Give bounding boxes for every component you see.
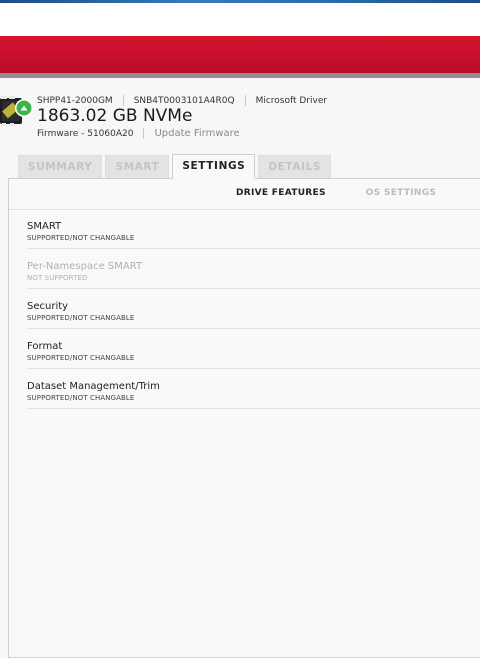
feature-name: Dataset Management/Trim [27, 381, 160, 392]
tab-details[interactable]: DETAILS [258, 155, 332, 178]
feature-name: Security [27, 301, 69, 312]
feature-divider [27, 368, 480, 369]
feature-name: SMART [27, 221, 62, 232]
drive-info-line: SHPP41-2000GM SNB4T0003101A4R0Q Microsof… [37, 95, 327, 106]
update-firmware-link[interactable]: Update Firmware [154, 128, 239, 139]
feature-name: Per-Namespace SMART [27, 261, 143, 272]
settings-panel [8, 178, 480, 658]
separator [244, 95, 246, 106]
feature-name: Format [27, 341, 63, 352]
main-tabs: SUMMARY SMART SETTINGS DETAILS [18, 154, 334, 179]
title-area [0, 3, 480, 36]
subtab-divider [9, 209, 480, 210]
tab-smart[interactable]: SMART [105, 155, 170, 178]
firmware-line: Firmware - 51060A20 Update Firmware [37, 128, 240, 139]
drive-driver: Microsoft Driver [255, 95, 328, 106]
header-shadow-bar [0, 73, 480, 78]
subtab-drive-features[interactable]: DRIVE FEATURES [236, 188, 326, 198]
feature-status: SUPPORTED/NOT CHANGABLE [27, 314, 135, 322]
feature-divider [27, 248, 480, 249]
drive-capacity: 1863.02 GB NVMe [37, 106, 193, 126]
header-red-bar [0, 36, 480, 73]
feature-status: SUPPORTED/NOT CHANGABLE [27, 354, 135, 362]
drive-serial: SNB4T0003101A4R0Q [133, 95, 235, 106]
feature-divider [27, 288, 480, 289]
feature-item-per-namespace-smart: Per-Namespace SMART NOT SUPPORTED [27, 261, 480, 282]
feature-status: NOT SUPPORTED [27, 274, 88, 282]
separator [122, 95, 124, 106]
firmware-version: Firmware - 51060A20 [37, 128, 134, 139]
feature-item-security: Security SUPPORTED/NOT CHANGABLE [27, 301, 480, 322]
settings-subtabs: DRIVE FEATURES OS SETTINGS [236, 188, 436, 198]
subtab-os-settings[interactable]: OS SETTINGS [366, 188, 436, 198]
ssd-drive-icon[interactable] [0, 94, 34, 126]
tab-settings[interactable]: SETTINGS [172, 154, 256, 179]
feature-status: SUPPORTED/NOT CHANGABLE [27, 234, 135, 242]
feature-item-dataset-management-trim: Dataset Management/Trim SUPPORTED/NOT CH… [27, 381, 480, 402]
feature-item-format: Format SUPPORTED/NOT CHANGABLE [27, 341, 480, 362]
feature-divider [27, 408, 480, 409]
tab-summary[interactable]: SUMMARY [18, 155, 103, 178]
separator [143, 128, 145, 139]
feature-divider [27, 328, 480, 329]
feature-status: SUPPORTED/NOT CHANGABLE [27, 394, 135, 402]
feature-item-smart: SMART SUPPORTED/NOT CHANGABLE [27, 221, 480, 242]
drive-model: SHPP41-2000GM [37, 95, 113, 106]
